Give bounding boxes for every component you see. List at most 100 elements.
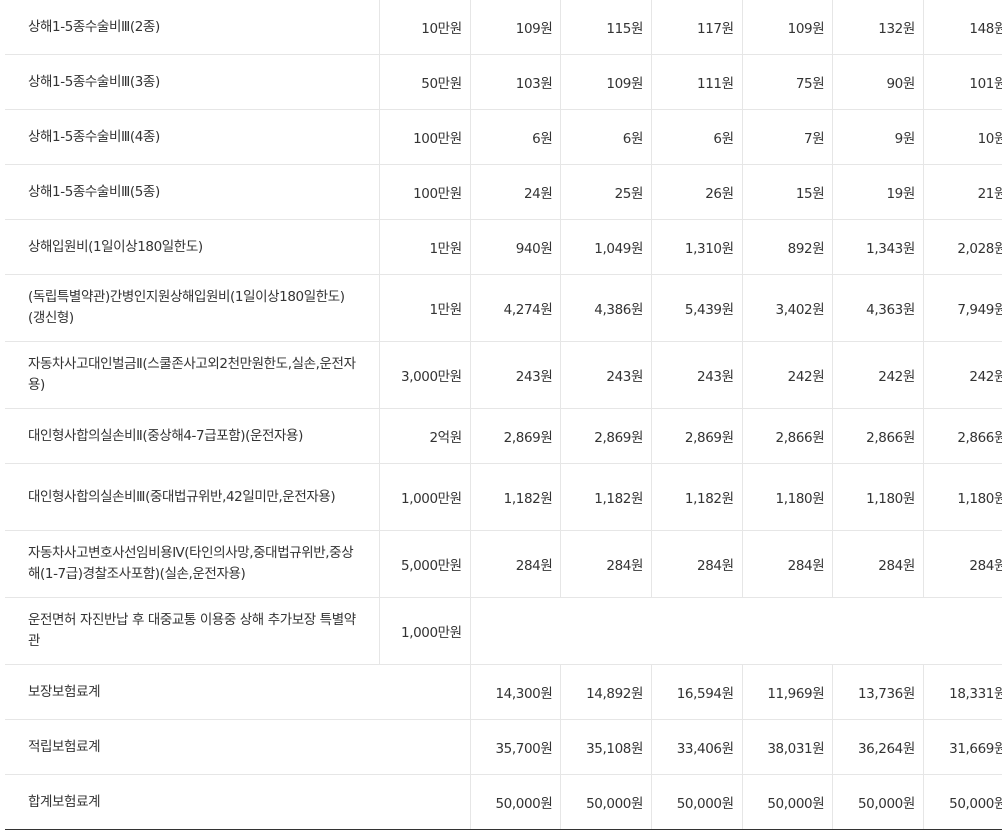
- coverage-row: 운전면허 자진반납 후 대중교통 이용중 상해 추가보장 특별약관 1,000만…: [5, 597, 1002, 665]
- coverage-name: (독립특별약관)간병인지원상해입원비(1일이상180일한도)(갱신형): [5, 274, 380, 342]
- premium-cell: 1,310원: [650, 219, 743, 275]
- premium-cell: 9원: [832, 109, 924, 165]
- coverage-name: 상해입원비(1일이상180일한도): [5, 219, 380, 275]
- total-cell: 13,736원: [832, 664, 924, 720]
- premium-cell: 284원: [741, 530, 833, 598]
- total-label: 합계보험료계: [5, 774, 471, 830]
- coverage-row: 상해1-5종수술비Ⅲ(3종) 50만원 103원 109원 111원 75원 9…: [5, 54, 1002, 110]
- premium-cell: 24원: [469, 164, 561, 220]
- premium-cell: 111원: [650, 54, 743, 110]
- coverage-amount: 10만원: [379, 0, 471, 55]
- coverage-row: 상해1-5종수술비Ⅲ(2종) 10만원 109원 115원 117원 109원 …: [5, 0, 1002, 55]
- premium-cell: 6원: [560, 109, 652, 165]
- total-cell: 38,031원: [741, 719, 833, 775]
- premium-cell: 90원: [832, 54, 924, 110]
- premium-cell: 21원: [922, 164, 1002, 220]
- premium-cell: 892원: [741, 219, 833, 275]
- premium-cell: 5,439원: [650, 274, 743, 342]
- total-cell: 36,264원: [832, 719, 924, 775]
- coverage-amount: 1,000만원: [379, 597, 471, 665]
- coverage-row: 자동차사고변호사선임비용Ⅳ(타인의사망,중대법규위반,중상해(1-7급)경찰조사…: [5, 530, 1002, 598]
- premium-cell: 284원: [922, 530, 1002, 598]
- premium-cell: 2,028원: [922, 219, 1002, 275]
- premium-cell: 19원: [832, 164, 924, 220]
- premium-cell: 15원: [741, 164, 833, 220]
- coverage-name: 상해1-5종수술비Ⅲ(5종): [5, 164, 380, 220]
- coverage-name: 자동차사고대인벌금Ⅱ(스쿨존사고외2천만원한도,실손,운전자용): [5, 341, 380, 409]
- premium-cell: 2,866원: [741, 408, 833, 464]
- total-cell: 33,406원: [650, 719, 743, 775]
- total-cell: 50,000원: [832, 774, 924, 830]
- premium-cell: 2,866원: [922, 408, 1002, 464]
- total-row-grand: 합계보험료계 50,000원 50,000원 50,000원 50,000원 5…: [5, 774, 1002, 830]
- premium-cell: 115원: [560, 0, 652, 55]
- premium-cell: 940원: [469, 219, 561, 275]
- total-cell: 50,000원: [560, 774, 652, 830]
- coverage-name: 상해1-5종수술비Ⅲ(2종): [5, 0, 380, 55]
- premium-cell: 7원: [741, 109, 833, 165]
- coverage-name: 상해1-5종수술비Ⅲ(4종): [5, 109, 380, 165]
- premium-cell: 1,343원: [832, 219, 924, 275]
- premium-cell: 243원: [650, 341, 743, 409]
- coverage-amount: 2억원: [379, 408, 471, 464]
- premium-cell: 242원: [741, 341, 833, 409]
- premium-cell: 6원: [469, 109, 561, 165]
- coverage-name: 상해1-5종수술비Ⅲ(3종): [5, 54, 380, 110]
- total-cell: 14,300원: [469, 664, 561, 720]
- coverage-row: 자동차사고대인벌금Ⅱ(스쿨존사고외2천만원한도,실손,운전자용) 3,000만원…: [5, 341, 1002, 409]
- total-label: 보장보험료계: [5, 664, 471, 720]
- coverage-row: 상해1-5종수술비Ⅲ(4종) 100만원 6원 6원 6원 7원 9원 10원: [5, 109, 1002, 165]
- coverage-amount: 1만원: [379, 219, 471, 275]
- premium-cell: 109원: [741, 0, 833, 55]
- coverage-amount: 100만원: [379, 109, 471, 165]
- premium-cell: 7,949원: [922, 274, 1002, 342]
- premium-cell: 1,182원: [650, 463, 743, 531]
- premium-empty-cell: [469, 597, 1002, 665]
- total-row-savings: 적립보험료계 35,700원 35,108원 33,406원 38,031원 3…: [5, 719, 1002, 775]
- premium-cell: 103원: [469, 54, 561, 110]
- coverage-name: 대인형사합의실손비Ⅱ(중상해4-7급포함)(운전자용): [5, 408, 380, 464]
- total-cell: 16,594원: [650, 664, 743, 720]
- coverage-amount: 3,000만원: [379, 341, 471, 409]
- premium-cell: 1,182원: [560, 463, 652, 531]
- premium-cell: 132원: [832, 0, 924, 55]
- premium-cell: 1,049원: [560, 219, 652, 275]
- premium-cell: 3,402원: [741, 274, 833, 342]
- coverage-row: 대인형사합의실손비Ⅲ(중대법규위반,42일미만,운전자용) 1,000만원 1,…: [5, 463, 1002, 531]
- total-cell: 50,000원: [922, 774, 1002, 830]
- premium-cell: 117원: [650, 0, 743, 55]
- premium-cell: 1,180원: [741, 463, 833, 531]
- premium-cell: 25원: [560, 164, 652, 220]
- coverage-row: 상해1-5종수술비Ⅲ(5종) 100만원 24원 25원 26원 15원 19원…: [5, 164, 1002, 220]
- premium-cell: 242원: [922, 341, 1002, 409]
- total-cell: 18,331원: [922, 664, 1002, 720]
- premium-cell: 4,274원: [469, 274, 561, 342]
- premium-cell: 243원: [469, 341, 561, 409]
- premium-cell: 101원: [922, 54, 1002, 110]
- total-label: 적립보험료계: [5, 719, 471, 775]
- total-cell: 35,108원: [560, 719, 652, 775]
- coverage-row: 상해입원비(1일이상180일한도) 1만원 940원 1,049원 1,310원…: [5, 219, 1002, 275]
- premium-cell: 4,386원: [560, 274, 652, 342]
- premium-cell: 1,180원: [832, 463, 924, 531]
- premium-cell: 1,182원: [469, 463, 561, 531]
- premium-cell: 242원: [832, 341, 924, 409]
- total-cell: 50,000원: [650, 774, 743, 830]
- total-row-coverage: 보장보험료계 14,300원 14,892원 16,594원 11,969원 1…: [5, 664, 1002, 720]
- premium-cell: 284원: [469, 530, 561, 598]
- coverage-row: 대인형사합의실손비Ⅱ(중상해4-7급포함)(운전자용) 2억원 2,869원 2…: [5, 408, 1002, 464]
- premium-cell: 2,869원: [560, 408, 652, 464]
- coverage-amount: 50만원: [379, 54, 471, 110]
- premium-cell: 243원: [560, 341, 652, 409]
- premium-cell: 6원: [650, 109, 743, 165]
- premium-cell: 109원: [469, 0, 561, 55]
- total-cell: 14,892원: [560, 664, 652, 720]
- coverage-amount: 100만원: [379, 164, 471, 220]
- coverage-amount: 1,000만원: [379, 463, 471, 531]
- premium-cell: 284원: [560, 530, 652, 598]
- premium-cell: 284원: [832, 530, 924, 598]
- total-cell: 11,969원: [741, 664, 833, 720]
- premium-cell: 4,363원: [832, 274, 924, 342]
- premium-cell: 1,180원: [922, 463, 1002, 531]
- coverage-amount: 1만원: [379, 274, 471, 342]
